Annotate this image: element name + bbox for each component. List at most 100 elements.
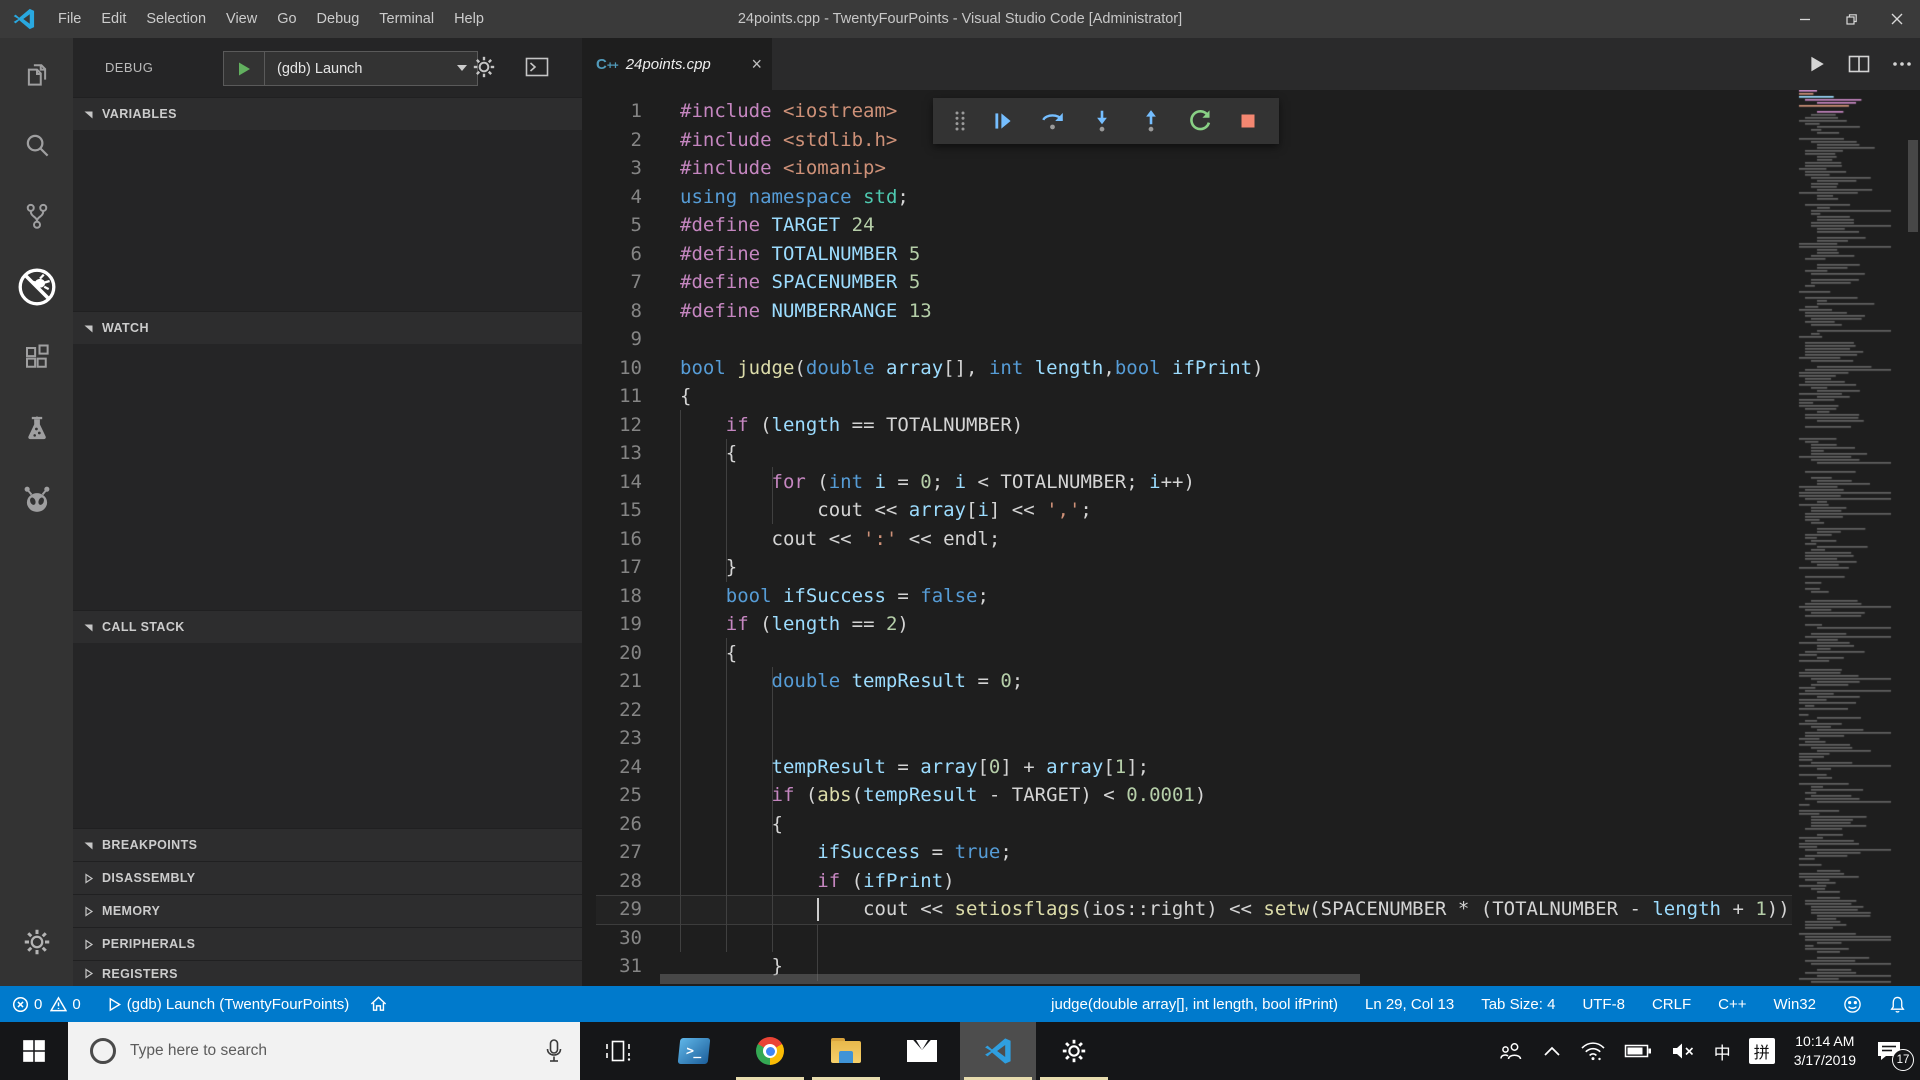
line-number-19[interactable]: 19	[582, 610, 642, 639]
activity-explorer[interactable]	[0, 38, 73, 109]
taskbar-file-explorer[interactable]	[808, 1022, 884, 1080]
line-number-11[interactable]: 11	[582, 382, 642, 411]
code-line-21[interactable]: double tempResult = 0;	[680, 667, 1024, 696]
problems-errors[interactable]: 0	[12, 996, 42, 1013]
line-number-20[interactable]: 20	[582, 639, 642, 668]
editor-body[interactable]: 1 2 3 4 5 6 7 8 9 10 11 12 13 14 15 16 17 18 19 20 21 22 23 24 2…	[582, 90, 1920, 986]
section-header-memory[interactable]: MEMORY	[73, 894, 582, 927]
menu-edit[interactable]: Edit	[91, 0, 136, 38]
line-number-21[interactable]: 21	[582, 667, 642, 696]
line-number-6[interactable]: 6	[582, 240, 642, 269]
line-number-25[interactable]: 25	[582, 781, 642, 810]
code-line-16[interactable]: cout << ':' << endl;	[680, 525, 1001, 554]
code-line-19[interactable]: if (length == 2)	[680, 610, 909, 639]
section-header-variables[interactable]: VARIABLES	[73, 97, 582, 130]
volume-button[interactable]	[1661, 1022, 1705, 1080]
ime-pinyin-button[interactable]: 拼	[1740, 1022, 1784, 1080]
tab-size-status[interactable]: Tab Size: 4	[1481, 996, 1555, 1013]
line-number-30[interactable]: 30	[582, 924, 642, 953]
code-line-12[interactable]: if (length == TOTALNUMBER)	[680, 411, 1023, 440]
line-number-4[interactable]: 4	[582, 183, 642, 212]
activity-settings[interactable]	[0, 912, 73, 972]
tab-24points-cpp[interactable]: C++ 24points.cpp ×	[582, 38, 772, 90]
taskbar-clock[interactable]: 10:14 AM 3/17/2019	[1784, 1032, 1866, 1070]
hidden-icons-button[interactable]	[1533, 1022, 1571, 1080]
line-number-13[interactable]: 13	[582, 439, 642, 468]
action-center-button[interactable]: 17	[1866, 1022, 1920, 1080]
notifications-bell-icon[interactable]	[1889, 995, 1906, 1014]
line-number-29[interactable]: 29	[582, 895, 642, 924]
line-number-18[interactable]: 18	[582, 582, 642, 611]
line-number-24[interactable]: 24	[582, 753, 642, 782]
code-line-29[interactable]: cout << setiosflags(ios::right) << setw(…	[680, 895, 1790, 924]
more-actions-icon[interactable]	[1892, 55, 1912, 73]
activity-source-control[interactable]	[0, 180, 73, 251]
section-header-peripherals[interactable]: PERIPHERALS	[73, 927, 582, 960]
menu-go[interactable]: Go	[267, 0, 306, 38]
code-line-11[interactable]: {	[680, 382, 691, 411]
battery-button[interactable]	[1615, 1022, 1661, 1080]
code-line-28[interactable]: if (ifPrint)	[680, 867, 954, 896]
continue-button[interactable]	[990, 108, 1016, 134]
activity-search[interactable]	[0, 109, 73, 180]
problems-warnings[interactable]: 0	[50, 996, 81, 1013]
line-number-14[interactable]: 14	[582, 468, 642, 497]
close-button[interactable]	[1874, 0, 1920, 38]
section-header-watch[interactable]: WATCH	[73, 311, 582, 344]
line-number-12[interactable]: 12	[582, 411, 642, 440]
section-header-disassembly[interactable]: DISASSEMBLY	[73, 861, 582, 894]
activity-extensions[interactable]	[0, 322, 73, 393]
debug-launch-status[interactable]: (gdb) Launch (TwentyFourPoints)	[107, 996, 349, 1013]
ime-mode-button[interactable]: 中	[1705, 1022, 1740, 1080]
launch-config-dropdown[interactable]: (gdb) Launch	[265, 52, 477, 85]
stop-button[interactable]	[1236, 109, 1260, 133]
code-line-17[interactable]: }	[680, 553, 737, 582]
menu-view[interactable]: View	[216, 0, 267, 38]
line-number-3[interactable]: 3	[582, 154, 642, 183]
section-header-registers[interactable]: REGISTERS	[73, 960, 582, 986]
taskbar-vscode[interactable]	[960, 1022, 1036, 1080]
network-button[interactable]	[1571, 1022, 1615, 1080]
step-into-button[interactable]	[1089, 108, 1115, 134]
activity-debug[interactable]	[0, 251, 73, 322]
people-button[interactable]	[1489, 1022, 1533, 1080]
split-editor-icon[interactable]	[1848, 55, 1870, 73]
minimize-button[interactable]	[1782, 0, 1828, 38]
section-header-call-stack[interactable]: CALL STACK	[73, 610, 582, 643]
line-number-31[interactable]: 31	[582, 952, 642, 981]
encoding-status[interactable]: UTF-8	[1582, 996, 1625, 1013]
line-number-28[interactable]: 28	[582, 867, 642, 896]
home-status-item[interactable]	[369, 995, 388, 1013]
debug-console-button[interactable]	[525, 57, 549, 83]
line-number-1[interactable]: 1	[582, 97, 642, 126]
code-line-2[interactable]: #include <stdlib.h>	[680, 126, 897, 155]
activity-test-beaker[interactable]	[0, 393, 73, 464]
code-line-7[interactable]: #define SPACENUMBER 5	[680, 268, 920, 297]
menu-help[interactable]: Help	[444, 0, 494, 38]
taskbar-powershell[interactable]: >_	[656, 1022, 732, 1080]
step-over-button[interactable]	[1039, 108, 1066, 134]
line-number-22[interactable]: 22	[582, 696, 642, 725]
taskbar-mail[interactable]	[884, 1022, 960, 1080]
activity-robot[interactable]	[0, 464, 73, 535]
taskbar-settings[interactable]	[1036, 1022, 1112, 1080]
configure-launch-button[interactable]	[471, 54, 497, 85]
line-number-2[interactable]: 2	[582, 126, 642, 155]
line-number-27[interactable]: 27	[582, 838, 642, 867]
restore-button[interactable]	[1828, 0, 1874, 38]
line-number-9[interactable]: 9	[582, 325, 642, 354]
restart-button[interactable]	[1187, 108, 1213, 134]
code-line-5[interactable]: #define TARGET 24	[680, 211, 875, 240]
line-number-23[interactable]: 23	[582, 724, 642, 753]
code-line-10[interactable]: bool judge(double array[], int length,bo…	[680, 354, 1264, 383]
code-line-18[interactable]: bool ifSuccess = false;	[680, 582, 989, 611]
task-view-button[interactable]	[580, 1022, 656, 1080]
code-line-15[interactable]: cout << array[i] << ',';	[680, 496, 1092, 525]
drag-handle-icon[interactable]	[953, 109, 967, 133]
run-icon[interactable]	[1808, 55, 1826, 73]
line-number-7[interactable]: 7	[582, 268, 642, 297]
code-line-20[interactable]: {	[680, 639, 737, 668]
line-number-17[interactable]: 17	[582, 553, 642, 582]
line-col-status[interactable]: Ln 29, Col 13	[1365, 996, 1454, 1013]
menu-terminal[interactable]: Terminal	[369, 0, 444, 38]
